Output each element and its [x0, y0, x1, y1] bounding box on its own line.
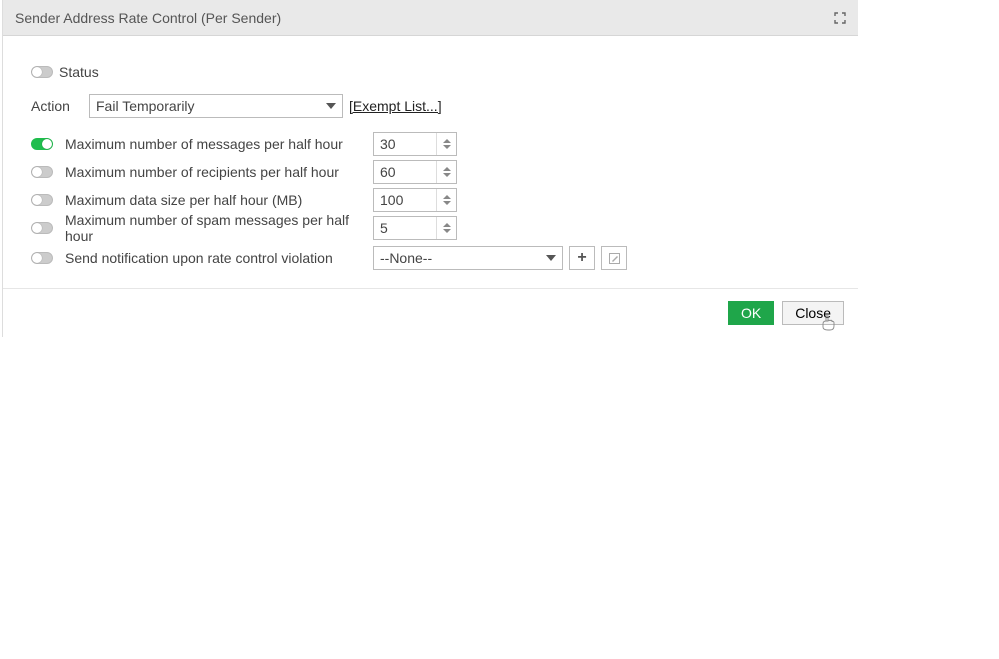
status-row: Status — [31, 58, 858, 86]
action-select[interactable]: Fail Temporarily — [89, 94, 343, 118]
panel-header: Sender Address Rate Control (Per Sender) — [3, 0, 858, 36]
input-max-recipients[interactable]: 60 — [373, 160, 457, 184]
label-max-messages: Maximum number of messages per half hour — [65, 136, 343, 152]
toggle-max-data-size[interactable] — [31, 194, 53, 206]
toggle-max-spam[interactable] — [31, 222, 53, 234]
action-label: Action — [31, 98, 89, 114]
action-row: Action Fail Temporarily [Exempt List...] — [31, 92, 858, 120]
chevron-down-icon — [326, 103, 336, 109]
exempt-list-link[interactable]: [Exempt List...] — [349, 98, 442, 114]
setting-max-spam: Maximum number of spam messages per half… — [31, 214, 858, 242]
ok-button[interactable]: OK — [728, 301, 774, 325]
label-max-data-size: Maximum data size per half hour (MB) — [65, 192, 302, 208]
setting-max-data-size: Maximum data size per half hour (MB) 100 — [31, 186, 858, 214]
action-select-value: Fail Temporarily — [96, 98, 320, 114]
toggle-max-recipients[interactable] — [31, 166, 53, 178]
stepper-icon[interactable] — [436, 189, 456, 211]
label-notify: Send notification upon rate control viol… — [65, 250, 333, 266]
label-max-spam: Maximum number of spam messages per half… — [65, 212, 373, 244]
expand-icon[interactable] — [834, 12, 846, 24]
stepper-icon[interactable] — [436, 133, 456, 155]
value-max-data-size: 100 — [374, 189, 436, 211]
panel-footer: OK Close — [3, 288, 858, 337]
panel-body: Status Action Fail Temporarily [Exempt L… — [3, 36, 858, 288]
value-max-recipients: 60 — [374, 161, 436, 183]
setting-max-messages: Maximum number of messages per half hour… — [31, 130, 858, 158]
status-label: Status — [59, 64, 99, 80]
panel-title: Sender Address Rate Control (Per Sender) — [15, 10, 281, 26]
input-max-messages[interactable]: 30 — [373, 132, 457, 156]
chevron-down-icon — [546, 255, 556, 261]
notify-select[interactable]: --None-- — [373, 246, 563, 270]
add-notification-button[interactable]: + — [569, 246, 595, 270]
edit-icon — [608, 252, 621, 265]
close-button[interactable]: Close — [782, 301, 844, 325]
notify-select-value: --None-- — [380, 250, 540, 266]
toggle-max-messages[interactable] — [31, 138, 53, 150]
input-max-spam[interactable]: 5 — [373, 216, 457, 240]
plus-icon: + — [577, 250, 586, 266]
input-max-data-size[interactable]: 100 — [373, 188, 457, 212]
stepper-icon[interactable] — [436, 161, 456, 183]
value-max-messages: 30 — [374, 133, 436, 155]
value-max-spam: 5 — [374, 217, 436, 239]
status-toggle[interactable] — [31, 66, 53, 78]
rate-control-panel: Sender Address Rate Control (Per Sender)… — [2, 0, 858, 337]
edit-notification-button[interactable] — [601, 246, 627, 270]
setting-notify: Send notification upon rate control viol… — [31, 244, 858, 272]
toggle-notify[interactable] — [31, 252, 53, 264]
stepper-icon[interactable] — [436, 217, 456, 239]
setting-max-recipients: Maximum number of recipients per half ho… — [31, 158, 858, 186]
label-max-recipients: Maximum number of recipients per half ho… — [65, 164, 339, 180]
